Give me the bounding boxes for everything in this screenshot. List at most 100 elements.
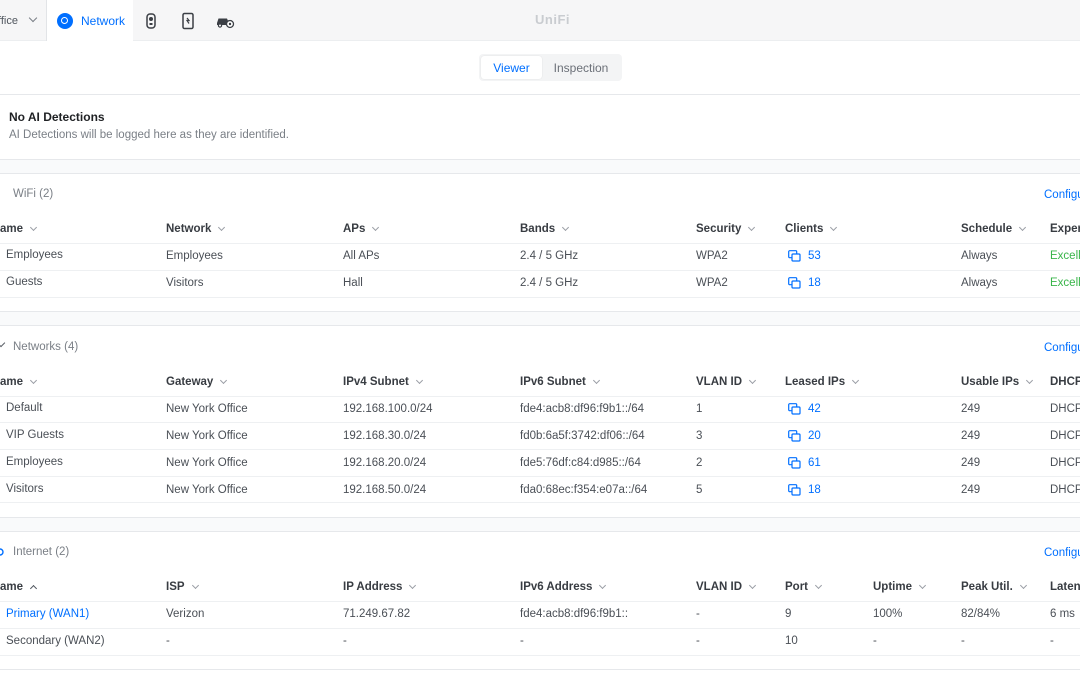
- chevron-down-icon: [592, 376, 600, 385]
- network-leased-count: 42: [808, 403, 821, 415]
- network-ipv6: fda0:68ec:f354:e07a::/64: [520, 484, 648, 496]
- network-gateway: New York Office: [166, 430, 248, 442]
- network-leased-link[interactable]: 18: [788, 484, 821, 496]
- wan-name-link[interactable]: Primary (WAN1): [6, 608, 89, 620]
- app-tab-network[interactable]: Network: [47, 0, 133, 41]
- clients-icon: [788, 277, 801, 289]
- network-leased-link[interactable]: 42: [788, 403, 821, 415]
- viewer-tab[interactable]: Viewer: [481, 56, 542, 79]
- section-gap: [0, 160, 1080, 173]
- chevron-down-icon: [220, 376, 228, 385]
- inspection-tab[interactable]: Inspection: [542, 56, 620, 79]
- wan-isp: -: [166, 635, 170, 647]
- wifi-clients-count: 18: [808, 277, 821, 289]
- col-header-port[interactable]: Port: [785, 581, 823, 593]
- network-ipv4: 192.168.30.0/24: [343, 430, 427, 442]
- wifi-aps: Hall: [343, 277, 363, 289]
- divider: [0, 422, 1080, 423]
- col-header-usable-ips[interactable]: Usable IPs: [961, 376, 1034, 388]
- divider: [0, 476, 1080, 477]
- col-header-bands[interactable]: Bands: [520, 223, 570, 235]
- network-dhcp: DHCP: [1050, 430, 1080, 442]
- section-gap: [0, 518, 1080, 531]
- network-dhcp: DHCP: [1050, 403, 1080, 415]
- wifi-bands: 2.4 / 5 GHz: [520, 277, 579, 289]
- wifi-aps: All APs: [343, 250, 380, 262]
- col-header-vlan-id[interactable]: VLAN ID: [696, 376, 757, 388]
- divider: [0, 243, 1080, 244]
- col-header-schedule[interactable]: Schedule: [961, 223, 1027, 235]
- col-header-latency[interactable]: Laten: [1050, 581, 1080, 593]
- wifi-name[interactable]: Guests: [6, 276, 42, 288]
- divider: [0, 449, 1080, 450]
- network-gateway: New York Office: [166, 403, 248, 415]
- wan-ipv6: fde4:acb8:df96:f9b1::: [520, 608, 629, 620]
- network-leased-link[interactable]: 20: [788, 430, 821, 442]
- wifi-configure-link[interactable]: Configure: [1044, 189, 1080, 201]
- wan-uptime: 100%: [873, 608, 903, 620]
- col-header-vlan-id[interactable]: VLAN ID: [696, 581, 757, 593]
- divider: [0, 396, 1080, 397]
- chevron-down-icon: [748, 223, 756, 232]
- ai-detections-subtitle: AI Detections will be logged here as the…: [9, 129, 289, 141]
- col-header-peak-util[interactable]: Peak Util.: [961, 581, 1027, 593]
- networks-configure-link[interactable]: Configu: [1044, 342, 1080, 354]
- wan-port: 9: [785, 608, 792, 620]
- network-app-icon: [57, 12, 73, 29]
- network-name[interactable]: Employees: [6, 456, 63, 468]
- clients-icon: [788, 403, 801, 415]
- wan-vlan: -: [696, 635, 700, 647]
- wan-port: 10: [785, 635, 798, 647]
- site-selector[interactable]: ffice: [0, 0, 46, 41]
- divider: [0, 270, 1080, 271]
- network-name[interactable]: Visitors: [6, 483, 44, 495]
- wan-name[interactable]: Secondary (WAN2): [6, 635, 105, 647]
- wifi-clients-link[interactable]: 53: [788, 250, 821, 262]
- col-header-ipv4-subnet[interactable]: IPv4 Subnet: [343, 376, 423, 388]
- chevron-down-icon: [1019, 581, 1027, 590]
- chevron-down-icon[interactable]: [0, 338, 6, 348]
- network-name[interactable]: Default: [6, 402, 42, 414]
- wifi-clients-link[interactable]: 18: [788, 277, 821, 289]
- col-header-name[interactable]: ame: [0, 223, 38, 235]
- chevron-down-icon: [1019, 223, 1027, 232]
- chevron-up-icon: [29, 584, 38, 593]
- col-header-name[interactable]: ame: [0, 581, 38, 593]
- clients-icon: [788, 484, 801, 496]
- protect-camera-icon[interactable]: [141, 11, 161, 31]
- chevron-down-icon: [852, 376, 860, 385]
- divider: [0, 655, 1080, 656]
- chevron-down-icon: [599, 581, 607, 590]
- network-usable: 249: [961, 403, 981, 415]
- col-header-ipv6-subnet[interactable]: IPv6 Subnet: [520, 376, 600, 388]
- col-header-gateway[interactable]: Gateway: [166, 376, 228, 388]
- wan-ip: 71.249.67.82: [343, 608, 411, 620]
- internet-configure-link[interactable]: Configu: [1044, 547, 1080, 559]
- network-dhcp: DHCP: [1050, 484, 1080, 496]
- col-header-clients[interactable]: Clients: [785, 223, 838, 235]
- internet-globe-icon: [0, 548, 4, 556]
- col-header-ipv6-address[interactable]: IPv6 Address: [520, 581, 607, 593]
- network-name[interactable]: VIP Guests: [6, 429, 64, 441]
- access-door-icon[interactable]: [178, 11, 198, 31]
- col-header-dhcp[interactable]: DHCP: [1050, 376, 1080, 388]
- col-header-ip-address[interactable]: IP Address: [343, 581, 417, 593]
- network-ipv6: fde4:acb8:df96:f9b1::/64: [520, 403, 645, 415]
- network-vlan: 2: [696, 457, 703, 469]
- col-header-uptime[interactable]: Uptime: [873, 581, 927, 593]
- col-header-isp[interactable]: ISP: [166, 581, 199, 593]
- wifi-name[interactable]: Employees: [6, 249, 63, 261]
- col-header-name[interactable]: ame: [0, 376, 38, 388]
- network-leased-link[interactable]: 61: [788, 457, 821, 469]
- col-header-experience[interactable]: Exper: [1050, 223, 1080, 235]
- wan-ipv6: -: [520, 635, 524, 647]
- divider: [0, 297, 1080, 298]
- col-header-network[interactable]: Network: [166, 223, 226, 235]
- col-header-leased-ips[interactable]: Leased IPs: [785, 376, 860, 388]
- network-ipv6: fd0b:6a5f:3742:df06::/64: [520, 430, 645, 442]
- chevron-down-icon: [830, 223, 838, 232]
- col-header-security[interactable]: Security: [696, 223, 756, 235]
- divider: [0, 601, 1080, 602]
- vehicle-gear-icon[interactable]: [215, 11, 235, 31]
- col-header-aps[interactable]: APs: [343, 223, 380, 235]
